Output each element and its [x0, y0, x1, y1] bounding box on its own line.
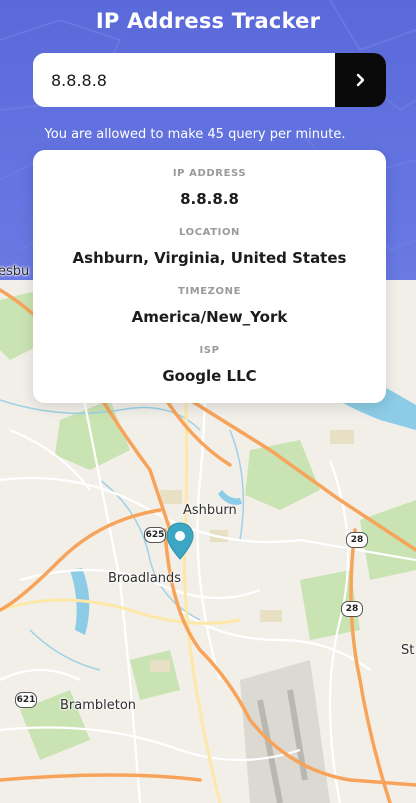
ip-search-form	[33, 53, 386, 107]
chevron-right-icon	[356, 73, 364, 87]
timezone-label: TIMEZONE	[177, 286, 242, 297]
location-value: Ashburn, Virginia, United States	[72, 249, 347, 267]
isp-value: Google LLC	[162, 367, 257, 385]
map-place-ashburn: Ashburn	[183, 503, 237, 518]
route-shield-28-upper: 28	[346, 532, 368, 548]
map-pin-icon	[166, 522, 194, 560]
page-title: IP Address Tracker	[95, 9, 321, 33]
ip-info-card: IP ADDRESS 8.8.8.8 LOCATION Ashburn, Vir…	[33, 150, 386, 403]
map-place-partial-right: St	[401, 643, 415, 658]
location-marker[interactable]	[166, 522, 194, 564]
map-place-partial-left: esbu	[0, 264, 30, 279]
ip-address-label: IP ADDRESS	[172, 168, 247, 179]
rate-limit-note: You are allowed to make 45 query per min…	[44, 127, 346, 142]
route-shield-625: 625	[144, 527, 166, 543]
route-shield-621: 621	[15, 692, 37, 708]
timezone-value: America/New_York	[131, 308, 288, 326]
map-place-broadlands: Broadlands	[108, 571, 181, 586]
map-place-brambleton: Brambleton	[60, 698, 137, 713]
isp-label: ISP	[199, 345, 220, 356]
ip-search-input[interactable]	[33, 53, 335, 107]
ip-address-value: 8.8.8.8	[180, 190, 239, 208]
location-label: LOCATION	[178, 227, 241, 238]
route-shield-28-lower: 28	[341, 601, 363, 617]
submit-search-button[interactable]	[335, 53, 386, 107]
